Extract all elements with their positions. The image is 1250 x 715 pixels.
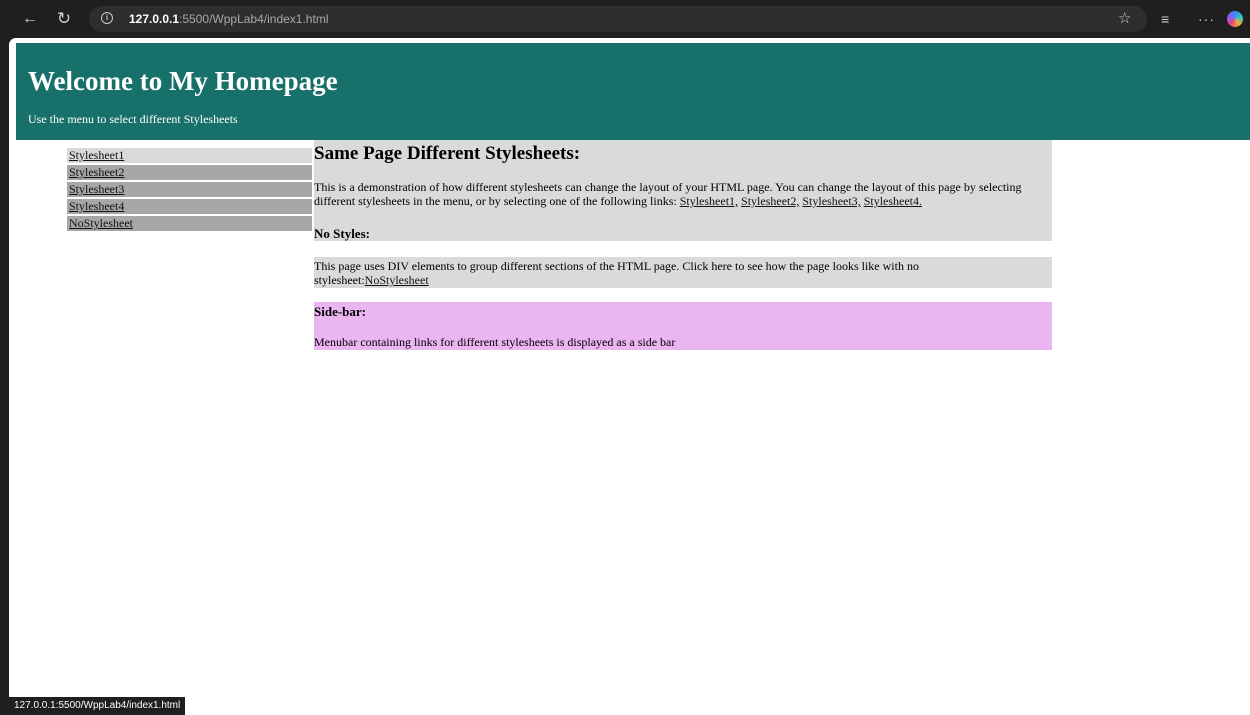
inline-link-stylesheet4[interactable]: Stylesheet4. [864, 194, 922, 208]
menu-link-stylesheet4[interactable]: Stylesheet4 [67, 199, 312, 214]
info-icon[interactable]: i [101, 12, 113, 24]
menu-link-stylesheet2[interactable]: Stylesheet2 [67, 165, 312, 180]
address-url: 127.0.0.1:5500/WppLab4/index1.html [129, 12, 329, 26]
intro-heading: Same Page Different Stylesheets: [314, 143, 581, 164]
no-styles-paragraph: This page uses DIV elements to group dif… [314, 259, 919, 287]
page-viewport: Welcome to My Homepage Use the menu to s… [9, 38, 1250, 715]
inline-link-stylesheet3[interactable]: Stylesheet3, [802, 194, 860, 208]
page-header: Welcome to My Homepage Use the menu to s… [16, 43, 1250, 140]
menu-link-stylesheet1[interactable]: Stylesheet1 [67, 148, 312, 163]
page-subtitle: Use the menu to select different Stylesh… [28, 112, 238, 126]
inline-link-stylesheet2[interactable]: Stylesheet2, [741, 194, 799, 208]
status-bar-url: 127.0.0.1:5500/WppLab4/index1.html [9, 697, 186, 715]
no-styles-section: This page uses DIV elements to group dif… [314, 257, 1052, 288]
sidebar-section: Side-bar: Menubar containing links for d… [314, 302, 1052, 350]
address-bar[interactable]: i 127.0.0.1:5500/WppLab4/index1.html [89, 6, 1147, 32]
favorites-icon[interactable]: ≡ [1161, 8, 1169, 30]
browser-toolbar: ← ↻ i 127.0.0.1:5500/WppLab4/index1.html… [0, 0, 1250, 38]
no-styles-heading: No Styles: [314, 226, 370, 241]
inline-link-nostylesheet[interactable]: NoStylesheet [365, 273, 429, 287]
stylesheet-menu: Stylesheet1 Stylesheet2 Stylesheet3 Styl… [67, 148, 312, 233]
intro-section: Same Page Different Stylesheets: This is… [314, 140, 1052, 241]
menu-link-nostylesheet[interactable]: NoStylesheet [67, 216, 312, 231]
sidebar-paragraph: Menubar containing links for different s… [314, 335, 676, 349]
back-arrow-icon[interactable]: ← [19, 8, 41, 30]
sidebar-heading: Side-bar: [314, 304, 366, 319]
page-title: Welcome to My Homepage [28, 66, 338, 96]
more-icon[interactable]: ··· [1198, 8, 1215, 30]
intro-paragraph: This is a demonstration of how different… [314, 180, 1022, 208]
reload-icon[interactable]: ↻ [53, 8, 75, 30]
menu-link-stylesheet3[interactable]: Stylesheet3 [67, 182, 312, 197]
inline-link-stylesheet1[interactable]: Stylesheet1, [680, 194, 738, 208]
main-content: Same Page Different Stylesheets: This is… [314, 140, 1052, 350]
star-icon[interactable]: ☆ [1118, 8, 1131, 30]
copilot-icon[interactable] [1227, 11, 1243, 27]
